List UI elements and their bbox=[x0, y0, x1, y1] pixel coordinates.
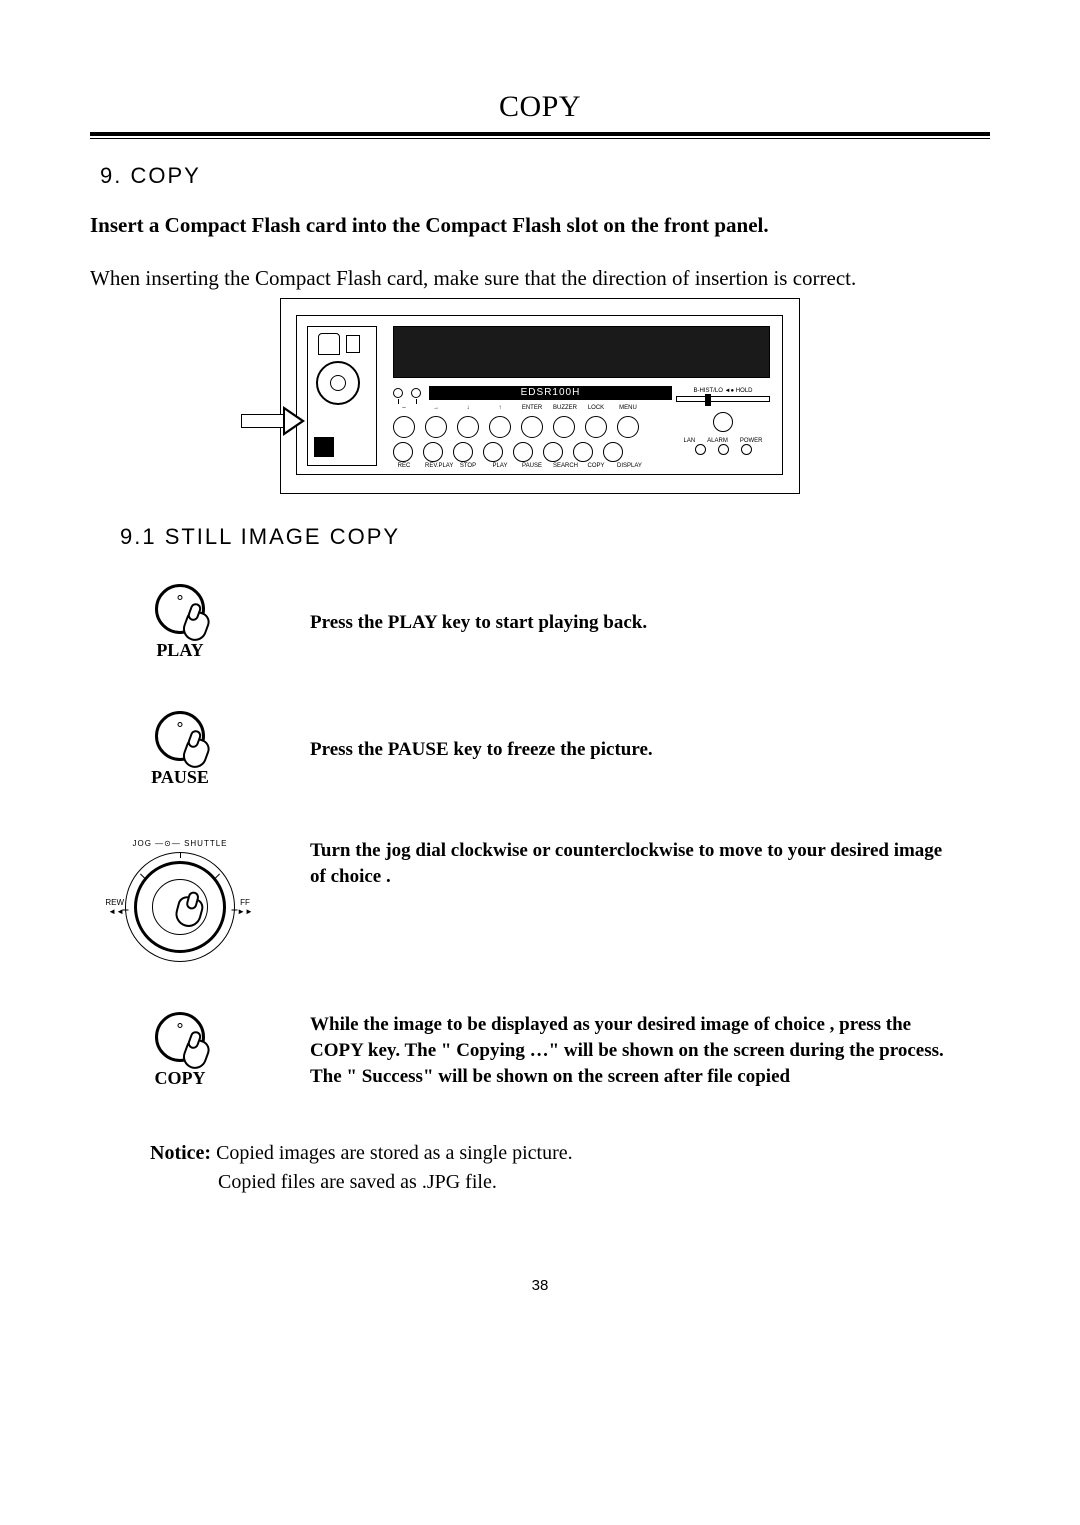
page-header-title: COPY bbox=[90, 90, 990, 124]
step-play: PLAY Press the PLAY key to start playing… bbox=[120, 584, 990, 661]
step-jog-text: Turn the jog dial clockwise or countercl… bbox=[310, 838, 990, 889]
device-illustration: EDSR100H –→↓↑ENTERBUZZERLOCKMENU RECREV.… bbox=[280, 298, 800, 494]
intro-instruction: Insert a Compact Flash card into the Com… bbox=[90, 213, 990, 238]
manual-page: COPY 9. COPY Insert a Compact Flash card… bbox=[0, 0, 1080, 1294]
jog-rew-label: REW ◄◄ bbox=[104, 898, 124, 916]
step-play-text: Press the PLAY key to start playing back… bbox=[310, 610, 990, 636]
top-button-row bbox=[393, 416, 672, 438]
slider-label: B-HIST/LO ◄● HOLD bbox=[676, 388, 770, 394]
step-copy: COPY While the image to be displayed as … bbox=[120, 1012, 990, 1089]
copy-key-label: COPY bbox=[120, 1068, 240, 1089]
bottom-button-labels: RECREV.PLAYSTOPPLAYPAUSESEARCHCOPYDISPLA… bbox=[393, 462, 672, 470]
indicator-led-icon bbox=[411, 388, 421, 398]
device-lcd bbox=[393, 326, 770, 378]
notice-block: Notice: Copied images are stored as a si… bbox=[150, 1139, 990, 1197]
device-front-panel: EDSR100H –→↓↑ENTERBUZZERLOCKMENU RECREV.… bbox=[296, 315, 783, 475]
top-button-labels: –→↓↑ENTERBUZZERLOCKMENU bbox=[393, 404, 672, 412]
device-model-label: EDSR100H bbox=[429, 386, 672, 400]
header-rule-thick bbox=[90, 132, 990, 136]
step-pause: PAUSE Press the PAUSE key to freeze the … bbox=[120, 711, 990, 788]
notice-line1: Copied images are stored as a single pic… bbox=[216, 1142, 573, 1164]
cf-slot bbox=[307, 326, 377, 466]
indicator-led-icon bbox=[393, 388, 403, 398]
pause-key-label: PAUSE bbox=[120, 767, 240, 788]
step-jog: JOG —⊙— SHUTTLE REW ◄◄ FF ►► Turn the jo… bbox=[120, 838, 990, 962]
play-key-label: PLAY bbox=[120, 640, 240, 661]
device-illustration-wrap: EDSR100H –→↓↑ENTERBUZZERLOCKMENU RECREV.… bbox=[90, 298, 990, 494]
insert-arrow-icon bbox=[241, 408, 311, 434]
section-heading: 9. COPY bbox=[100, 163, 990, 189]
subsection-heading: 9.1 STILL IMAGE COPY bbox=[120, 524, 990, 550]
jog-dial-icon: JOG —⊙— SHUTTLE REW ◄◄ FF ►► bbox=[125, 852, 235, 962]
status-leds bbox=[676, 444, 770, 455]
press-button-icon bbox=[155, 711, 205, 761]
header-rule-thin bbox=[90, 138, 990, 139]
press-button-icon bbox=[155, 1012, 205, 1062]
intro-body: When inserting the Compact Flash card, m… bbox=[90, 264, 910, 292]
press-button-icon bbox=[155, 584, 205, 634]
notice-label: Notice: bbox=[150, 1142, 211, 1164]
step-copy-text: While the image to be displayed as your … bbox=[310, 1012, 990, 1089]
device-right-cluster: B-HIST/LO ◄● HOLD LANALARMPOWER bbox=[676, 388, 770, 455]
device-button-area: EDSR100H –→↓↑ENTERBUZZERLOCKMENU RECREV.… bbox=[393, 386, 672, 470]
power-led-icon bbox=[713, 412, 733, 432]
page-number: 38 bbox=[90, 1277, 990, 1294]
jog-top-label: JOG —⊙— SHUTTLE bbox=[126, 839, 234, 848]
jog-ff-label: FF ►► bbox=[236, 898, 254, 916]
notice-line2: Copied files are saved as .JPG file. bbox=[218, 1171, 497, 1193]
bottom-button-row bbox=[393, 442, 672, 462]
step-pause-text: Press the PAUSE key to freeze the pictur… bbox=[310, 737, 990, 763]
brightness-slider-icon bbox=[676, 396, 770, 402]
